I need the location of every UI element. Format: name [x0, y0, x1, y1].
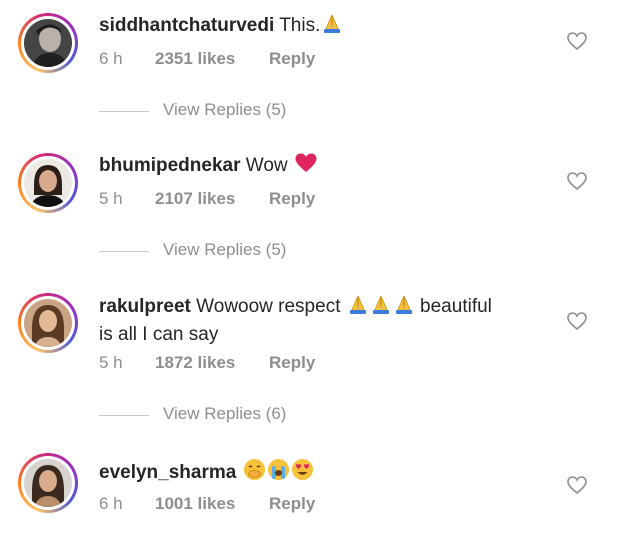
- like-heart-icon[interactable]: [566, 475, 588, 495]
- comment-body: Wow: [245, 155, 288, 176]
- smiling-face-with-heart-eyes-icon: [291, 458, 314, 488]
- red-heart-icon: [294, 152, 318, 181]
- avatar[interactable]: [18, 453, 78, 513]
- folded-hands-icon: [370, 293, 392, 322]
- comment-text: evelyn_sharma: [99, 458, 549, 488]
- comment-item: siddhantchaturvedi This. 6 h 2351 likes …: [0, 0, 620, 130]
- avatar-photo: [24, 19, 72, 67]
- comment-item: rakulpreet Wowoow respect beautiful is a…: [0, 280, 620, 432]
- avatar-photo: [24, 299, 72, 347]
- comment-meta: 5 h 1872 likes Reply: [99, 353, 315, 373]
- view-replies-button[interactable]: View Replies (6): [99, 404, 359, 426]
- avatar[interactable]: [18, 13, 78, 73]
- comment-meta: 5 h 2107 likes Reply: [99, 189, 315, 209]
- face-with-hand-over-mouth-icon: [243, 458, 266, 488]
- replies-divider: [99, 251, 149, 252]
- avatar-photo: [24, 159, 72, 207]
- comment-item: bhumipednekar Wow 5 h 2107 likes Reply V…: [0, 140, 620, 270]
- avatar-photo: [24, 459, 72, 507]
- comment-username[interactable]: evelyn_sharma: [99, 462, 236, 483]
- comment-body: This.: [279, 15, 321, 36]
- comment-body: Wowoow respect: [196, 296, 341, 317]
- comment-likes[interactable]: 1872 likes: [155, 353, 235, 373]
- like-heart-icon[interactable]: [566, 31, 588, 51]
- comment-text: rakulpreet Wowoow respect beautiful is a…: [99, 293, 549, 347]
- comment-username[interactable]: bhumipednekar: [99, 155, 240, 176]
- view-replies-label: View Replies (5): [163, 240, 287, 259]
- replies-divider: [99, 415, 149, 416]
- reply-button[interactable]: Reply: [269, 189, 315, 209]
- comment-body-line2: is all I can say: [99, 324, 219, 345]
- comment-body-continued: beautiful: [420, 296, 492, 317]
- reply-button[interactable]: Reply: [269, 494, 315, 514]
- comment-text: bhumipednekar Wow: [99, 152, 549, 181]
- comment-username[interactable]: siddhantchaturvedi: [99, 15, 274, 36]
- folded-hands-icon: [321, 12, 343, 41]
- avatar[interactable]: [18, 293, 78, 353]
- avatar[interactable]: [18, 153, 78, 213]
- comment-likes[interactable]: 1001 likes: [155, 494, 235, 514]
- folded-hands-icon: [393, 293, 415, 322]
- like-heart-icon[interactable]: [566, 171, 588, 191]
- view-replies-label: View Replies (6): [163, 404, 287, 423]
- comment-time: 5 h: [99, 353, 123, 372]
- reply-button[interactable]: Reply: [269, 49, 315, 69]
- comment-likes[interactable]: 2351 likes: [155, 49, 235, 69]
- comment-username[interactable]: rakulpreet: [99, 296, 191, 317]
- comment-time: 6 h: [99, 49, 123, 68]
- view-replies-button[interactable]: View Replies (5): [99, 240, 359, 262]
- view-replies-button[interactable]: View Replies (5): [99, 100, 359, 122]
- comment-time: 5 h: [99, 189, 123, 208]
- reply-button[interactable]: Reply: [269, 353, 315, 373]
- view-replies-label: View Replies (5): [163, 100, 287, 119]
- like-heart-icon[interactable]: [566, 311, 588, 331]
- comment-meta: 6 h 1001 likes Reply: [99, 494, 315, 514]
- replies-divider: [99, 111, 149, 112]
- comment-item: evelyn_sharma 6 h 1001 likes Reply: [0, 443, 620, 538]
- comment-likes[interactable]: 2107 likes: [155, 189, 235, 209]
- comment-text: siddhantchaturvedi This.: [99, 12, 549, 41]
- folded-hands-icon: [347, 293, 369, 322]
- loudly-crying-face-icon: [267, 458, 290, 488]
- comment-time: 6 h: [99, 494, 123, 513]
- comment-meta: 6 h 2351 likes Reply: [99, 49, 315, 69]
